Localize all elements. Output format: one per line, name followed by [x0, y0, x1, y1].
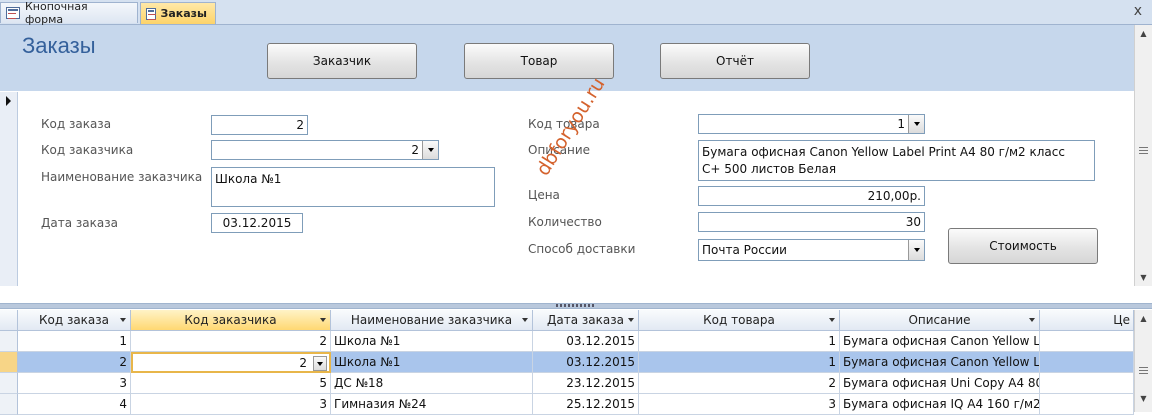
column-header[interactable]: Описание	[840, 310, 1040, 331]
table-cell[interactable]: Бумага офисная Canon Yellow L	[840, 352, 1040, 373]
table-cell[interactable]: 2	[18, 352, 131, 373]
cost-button[interactable]: Стоимость	[948, 228, 1098, 264]
table-row-selected[interactable]: 2 2 Школа №1 03.12.2015 1 Бумага офисная…	[0, 352, 1134, 373]
table-cell[interactable]: 03.12.2015	[533, 331, 639, 352]
document-tab-bar: Кнопочная форма Заказы x	[0, 0, 1152, 26]
column-header[interactable]: Це	[1040, 310, 1134, 331]
column-header[interactable]: Дата заказа	[533, 310, 639, 331]
scroll-grip-icon[interactable]	[1139, 367, 1148, 374]
chevron-down-icon[interactable]	[908, 240, 924, 260]
order-date-label: Дата заказа	[41, 216, 118, 230]
delivery-value: Почта России	[702, 243, 787, 257]
column-filter-icon	[522, 318, 528, 322]
table-cell[interactable]: 1	[639, 352, 840, 373]
table-cell[interactable]: 3	[18, 373, 131, 394]
column-header[interactable]: Код товара	[639, 310, 840, 331]
table-cell[interactable]: Бумага офисная Canon Yellow L	[840, 331, 1040, 352]
scroll-up-icon[interactable]: ▲	[1135, 310, 1152, 327]
column-filter-icon	[628, 318, 634, 322]
customer-name-field[interactable]: Школа №1	[211, 167, 495, 207]
column-header[interactable]: Код заказчика	[131, 310, 331, 331]
price-label: Цена	[528, 188, 560, 202]
column-header[interactable]: Код заказа	[18, 310, 131, 331]
column-filter-icon	[120, 318, 126, 322]
column-filter-icon	[1029, 318, 1035, 322]
datasheet-header-row: Код заказа Код заказчика Наименование за…	[0, 310, 1134, 331]
chevron-down-icon[interactable]	[313, 356, 327, 371]
customer-button[interactable]: Заказчик	[267, 43, 417, 79]
customer-id-combo[interactable]: 2	[211, 140, 439, 160]
delivery-label: Способ доставки	[528, 242, 636, 256]
delivery-combo[interactable]: Почта России	[698, 239, 925, 261]
table-row[interactable]: 1 2 Школа №1 03.12.2015 1 Бумага офисная…	[0, 331, 1134, 352]
form-icon	[6, 7, 20, 19]
tab-orders[interactable]: Заказы	[140, 2, 216, 24]
table-cell[interactable]: 2	[131, 331, 331, 352]
description-field[interactable]: Бумага офисная Canon Yellow Label Print …	[698, 140, 1095, 181]
row-selector[interactable]	[0, 373, 18, 394]
table-cell[interactable]: 2	[639, 373, 840, 394]
table-cell[interactable]: 1	[18, 331, 131, 352]
datasheet-scrollbar[interactable]: ▲ ▼	[1134, 310, 1152, 412]
column-filter-icon	[829, 318, 835, 322]
product-id-value: 1	[897, 117, 905, 131]
quantity-label: Количество	[528, 215, 602, 229]
description-line: С+ 500 листов Белая	[702, 162, 837, 176]
tab-label: Заказы	[160, 7, 207, 20]
form-scrollbar[interactable]: ▲ ▼	[1134, 25, 1152, 286]
tab-label: Кнопочная форма	[24, 0, 88, 26]
order-id-label: Код заказа	[41, 117, 112, 131]
scroll-grip-icon[interactable]	[1139, 147, 1148, 154]
table-cell[interactable]: Бумага офисная Uni Copy А4 80	[840, 373, 1040, 394]
description-line: Бумага офисная Canon Yellow Label Print …	[702, 145, 1065, 159]
scroll-down-icon[interactable]: ▼	[1135, 390, 1152, 407]
splitter-grip-icon[interactable]	[556, 304, 596, 307]
page-title: Заказы	[22, 33, 96, 58]
chevron-down-icon[interactable]	[908, 115, 924, 133]
table-cell[interactable]: 03.12.2015	[533, 352, 639, 373]
product-id-combo[interactable]: 1	[698, 114, 925, 134]
customer-id-label: Код заказчика	[41, 143, 134, 157]
table-cell[interactable]	[1040, 331, 1134, 352]
table-cell[interactable]	[1040, 373, 1134, 394]
table-cell-current[interactable]: 2	[131, 352, 331, 373]
row-selector[interactable]	[0, 352, 18, 373]
price-field[interactable]: 210,00р.	[698, 186, 925, 206]
report-button[interactable]: Отчёт	[660, 43, 810, 79]
table-cell[interactable]	[1040, 352, 1134, 373]
cell-value: 2	[299, 355, 307, 370]
scroll-up-icon[interactable]: ▲	[1135, 25, 1152, 42]
scroll-down-icon[interactable]: ▼	[1135, 269, 1152, 286]
table-row[interactable]: 3 5 ДС №18 23.12.2015 2 Бумага офисная U…	[0, 373, 1134, 394]
table-cell[interactable]: Школа №1	[331, 352, 533, 373]
close-icon[interactable]: x	[1134, 3, 1142, 19]
table-cell[interactable]: 1	[639, 331, 840, 352]
tab-switchboard[interactable]: Кнопочная форма	[0, 0, 138, 26]
customer-id-value: 2	[411, 143, 419, 157]
record-selector[interactable]	[0, 92, 18, 286]
select-all-corner[interactable]	[0, 310, 18, 331]
quantity-field[interactable]: 30	[698, 212, 925, 232]
column-header[interactable]: Наименование заказчика	[331, 310, 533, 331]
chevron-down-icon[interactable]	[422, 141, 438, 159]
table-cell[interactable]: 5	[131, 373, 331, 394]
order-date-field[interactable]: 03.12.2015	[211, 213, 303, 233]
current-record-icon	[6, 96, 11, 106]
order-id-field[interactable]: 2	[211, 115, 308, 135]
table-cell[interactable]: 23.12.2015	[533, 373, 639, 394]
customer-name-label: Наименование заказчика	[41, 170, 203, 184]
table-cell[interactable]: Школа №1	[331, 331, 533, 352]
table-cell[interactable]: ДС №18	[331, 373, 533, 394]
column-filter-icon	[320, 318, 326, 322]
row-selector[interactable]	[0, 331, 18, 352]
form-icon	[146, 7, 156, 20]
